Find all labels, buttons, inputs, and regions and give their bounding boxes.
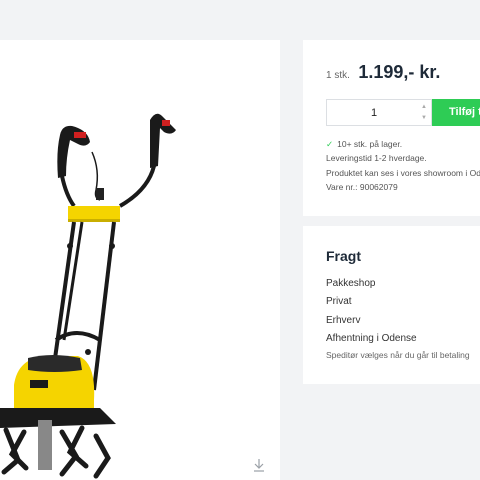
quantity-increase-icon[interactable]: ▲ [420,103,428,111]
freight-title: Fragt [326,248,361,264]
freight-note: Speditør vælges når du går til betaling [326,350,470,360]
freight-option-pakkeshop[interactable]: Pakkeshop [326,278,375,289]
freight-option-pickup-odense[interactable]: Afhentning i Odense [326,333,417,344]
quantity-decrease-icon[interactable]: ▼ [420,114,428,122]
price: 1.199,- kr. [358,62,441,82]
stock-text: 10+ stk. på lager. [337,139,403,149]
price-row: 1 stk. 1.199,- kr. [326,62,440,83]
freight-option-erhverv[interactable]: Erhverv [326,315,360,326]
quantity-value[interactable]: 1 [327,107,421,119]
quantity-prefix: 1 stk. [326,70,350,81]
freight-option-privat[interactable]: Privat [326,296,352,307]
delivery-time: Leveringstid 1-2 hverdage. [326,153,427,163]
product-image-panel[interactable] [0,40,280,480]
product-image [0,113,176,479]
stock-status: ✓ 10+ stk. på lager. [326,139,402,150]
add-to-cart-button[interactable]: Tilføj ti [432,99,480,126]
freight-card: Fragt Pakkeshop Privat Erhverv Afhentnin… [303,226,480,384]
showroom-info: Produktet kan ses i vores showroom i Od [326,168,480,178]
download-icon[interactable] [252,458,266,472]
quantity-input[interactable]: 1 ▲ ▼ [326,99,432,126]
checkmark-icon: ✓ [326,139,334,149]
item-number: Vare nr.: 90062079 [326,182,398,192]
price-card: 1 stk. 1.199,- kr. 1 ▲ ▼ Tilføj ti ✓10+ … [303,40,480,216]
